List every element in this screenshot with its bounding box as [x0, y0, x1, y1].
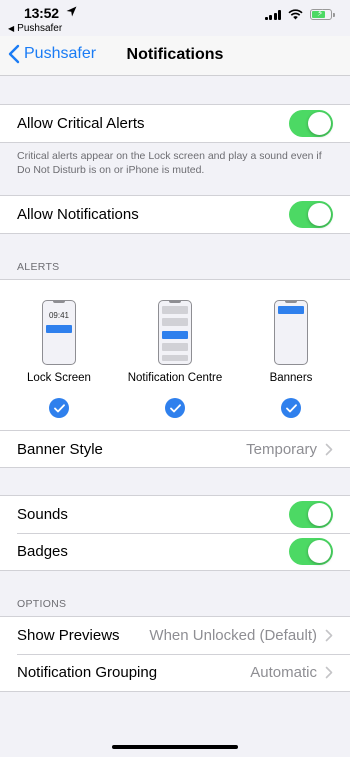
sounds-row: Sounds	[0, 496, 350, 533]
chevron-right-icon	[325, 443, 333, 455]
allow-notifications-toggle[interactable]	[289, 201, 333, 228]
notification-grouping-value: Automatic	[250, 664, 317, 681]
allow-notifications-row: Allow Notifications	[0, 196, 350, 233]
navigation-bar: Pushsafer Notifications	[0, 36, 350, 76]
sounds-label: Sounds	[17, 506, 68, 523]
notification-centre-phone-icon	[158, 300, 192, 365]
alert-style-label: Notification Centre	[127, 372, 223, 384]
critical-alerts-footnote: Critical alerts appear on the Lock scree…	[17, 150, 322, 176]
location-arrow-icon	[66, 6, 77, 17]
chevron-right-icon	[325, 629, 333, 642]
banner-style-label: Banner Style	[17, 440, 103, 458]
alert-style-banners[interactable]: Banners	[236, 300, 346, 418]
alert-style-label: Lock Screen	[27, 372, 91, 384]
notifications-settings-screen: 13:52 ◀ Pushsafer ⚡ Pushsafer Notificati…	[0, 0, 350, 757]
show-previews-row[interactable]: Show Previews When Unlocked (Default)	[0, 617, 350, 654]
lock-screen-phone-icon: 09:41	[42, 300, 76, 365]
checkmark-icon	[49, 398, 69, 418]
alerts-group: 09:41 Lock Screen Notification Centre Ba…	[0, 279, 350, 468]
options-section-header: OPTIONS	[17, 598, 67, 610]
checkmark-icon	[281, 398, 301, 418]
status-indicators: ⚡	[264, 8, 335, 20]
notification-grouping-row[interactable]: Notification Grouping Automatic	[0, 654, 350, 691]
battery-charging-icon: ⚡	[310, 8, 335, 20]
allow-notifications-label: Allow Notifications	[17, 206, 139, 223]
notification-grouping-label: Notification Grouping	[17, 664, 158, 681]
show-previews-value: When Unlocked (Default)	[149, 627, 317, 644]
lock-screen-preview-time: 09:41	[48, 311, 70, 320]
critical-alerts-group: Allow Critical Alerts	[0, 104, 350, 143]
page-title: Notifications	[126, 46, 224, 63]
critical-alerts-toggle[interactable]	[289, 110, 333, 137]
wifi-icon	[288, 9, 303, 20]
status-time: 13:52	[24, 5, 59, 21]
alert-style-notification-centre[interactable]: Notification Centre	[120, 300, 230, 418]
badges-label: Badges	[17, 543, 68, 560]
home-indicator[interactable]	[112, 745, 238, 749]
chevron-right-icon	[325, 666, 333, 679]
options-group: Show Previews When Unlocked (Default) No…	[0, 616, 350, 692]
show-previews-label: Show Previews	[17, 627, 120, 644]
critical-alerts-label: Allow Critical Alerts	[17, 115, 145, 132]
critical-alerts-row: Allow Critical Alerts	[0, 105, 350, 142]
alert-style-lock-screen[interactable]: 09:41 Lock Screen	[4, 300, 114, 418]
badges-toggle[interactable]	[289, 538, 333, 565]
badges-row: Badges	[0, 533, 350, 570]
back-to-app-link[interactable]: ◀ Pushsafer	[8, 23, 62, 34]
sounds-badges-group: Sounds Badges	[0, 495, 350, 571]
allow-notifications-group: Allow Notifications	[0, 195, 350, 234]
checkmark-icon	[165, 398, 185, 418]
alerts-section-header: ALERTS	[17, 261, 60, 273]
status-bar: 13:52 ◀ Pushsafer ⚡	[0, 0, 350, 36]
alert-style-label: Banners	[269, 372, 313, 384]
back-app-label: Pushsafer	[17, 23, 63, 34]
banner-style-value: Temporary	[246, 440, 317, 458]
banners-phone-icon	[274, 300, 308, 365]
back-triangle-icon: ◀	[8, 24, 15, 33]
sounds-toggle[interactable]	[289, 501, 333, 528]
alert-style-picker: 09:41 Lock Screen Notification Centre Ba…	[0, 280, 350, 430]
banner-style-row[interactable]: Banner Style Temporary	[0, 430, 350, 467]
cellular-signal-icon	[264, 9, 281, 20]
